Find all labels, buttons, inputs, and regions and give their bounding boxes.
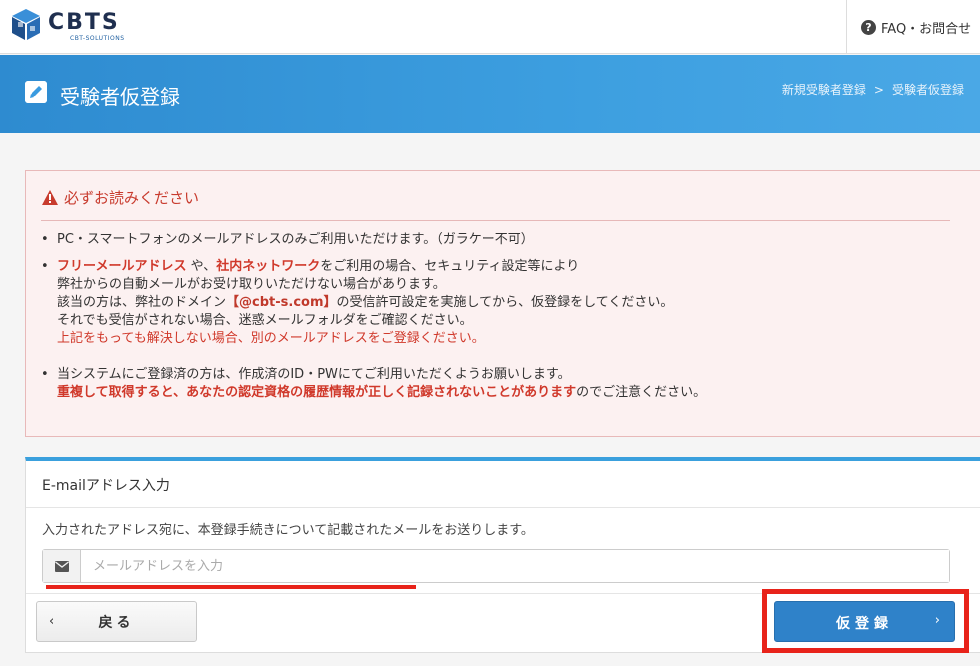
notice-heading: 必ずお読みください — [42, 187, 199, 208]
register-button-label: 仮登録 — [836, 616, 893, 632]
email-input-addon — [43, 550, 81, 582]
top-navbar: CBTS CBT-SOLUTIONS ? FAQ・お問合せ — [0, 0, 980, 54]
breadcrumb-item-current: 受験者仮登録 — [891, 83, 964, 97]
duplicate-warning-text: 重複して取得すると、あなたの認定資格の履歴情報が正しく記録されないことがあります — [57, 385, 577, 400]
envelope-icon — [54, 560, 69, 572]
warning-triangle-icon — [42, 190, 58, 205]
domain-text: 【@cbt-s.com】 — [226, 295, 337, 310]
email-input-group — [42, 549, 950, 583]
breadcrumb-separator: > — [873, 83, 884, 97]
notice-divider — [41, 220, 950, 221]
notice-alert-box: 必ずお読みください PC・スマートフォンのメールアドレスのみご利用いただけます。… — [25, 170, 980, 437]
provisional-register-button[interactable]: 仮登録 › — [774, 601, 955, 642]
breadcrumb-item-new-registration[interactable]: 新規受験者登録 — [782, 83, 866, 97]
red-underline-annotation — [46, 585, 416, 589]
logo-subtext: CBT-SOLUTIONS — [70, 35, 125, 42]
free-mail-text: フリーメールアドレス — [57, 259, 187, 274]
cbts-logo-mark-icon — [12, 9, 40, 40]
email-panel-description: 入力されたアドレス宛に、本登録手続きについて記載されたメールをお送りします。 — [42, 523, 534, 538]
notice-item-free-mail: フリーメールアドレス や、社内ネットワークをご利用の場合、セキュリティ設定等によ… — [39, 258, 939, 348]
back-button-label: 戻る — [98, 614, 135, 631]
fallback-warning-text: 上記をもっても解決しない場合、別のメールアドレスをご登録ください。 — [57, 331, 485, 346]
logo-text: CBTS — [48, 10, 120, 35]
cbts-logo[interactable]: CBTS CBT-SOLUTIONS — [10, 8, 135, 44]
notice-item-device: PC・スマートフォンのメールアドレスのみご利用いただけます。（ガラケー不可） — [39, 231, 939, 249]
page-title: 受験者仮登録 — [60, 85, 180, 109]
question-circle-icon: ? — [861, 19, 876, 35]
back-button[interactable]: ‹ 戻る — [36, 601, 197, 642]
notice-item-duplicate: 当システムにご登録済の方は、作成済のID・PWにてご利用いただくようお願いします… — [39, 366, 939, 402]
notice-title: 必ずお読みください — [64, 189, 200, 207]
pencil-square-icon — [25, 81, 47, 103]
faq-contact-link[interactable]: ? FAQ・お問合せ — [846, 0, 980, 54]
email-input[interactable] — [81, 550, 949, 582]
breadcrumb: 新規受験者登録 > 受験者仮登録 — [782, 81, 964, 98]
panel-divider — [26, 507, 980, 508]
notice-list: PC・スマートフォンのメールアドレスのみご利用いただけます。（ガラケー不可） フ… — [39, 231, 939, 402]
page-header-banner: 受験者仮登録 新規受験者登録 > 受験者仮登録 — [0, 55, 980, 133]
email-panel-title: E-mailアドレス入力 — [42, 478, 170, 494]
company-network-text: 社内ネットワーク — [216, 259, 321, 274]
faq-label: FAQ・お問合せ — [881, 21, 972, 37]
chevron-right-icon: › — [934, 613, 940, 628]
